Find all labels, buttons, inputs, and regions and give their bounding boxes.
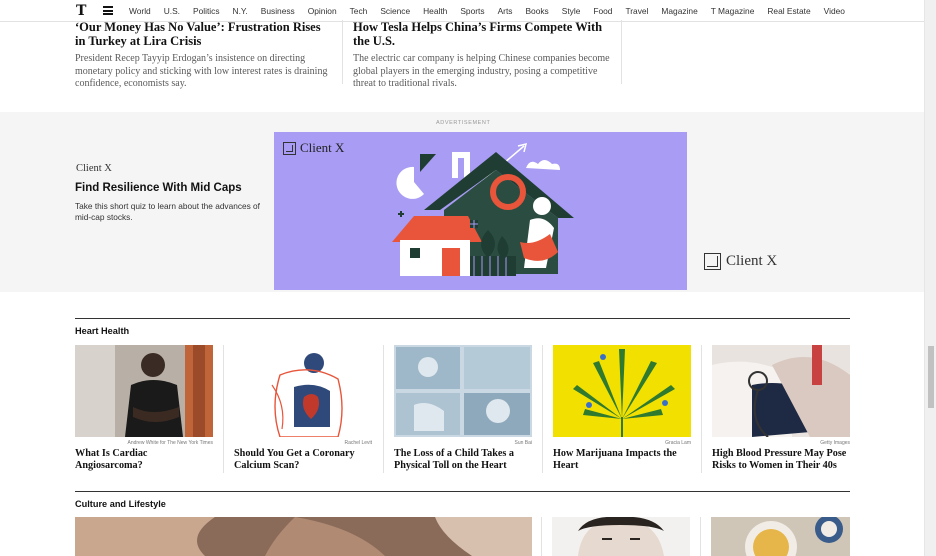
nav-link-food[interactable]: Food <box>593 6 612 16</box>
nav-link-world[interactable]: World <box>129 6 151 16</box>
story-turkey-lira[interactable]: ‘Our Money Has No Value’: Frustration Ri… <box>75 20 333 91</box>
top-navigation: T World U.S. Politics N.Y. Business Opin… <box>0 0 924 22</box>
section-title-heart-health[interactable]: Heart Health <box>75 326 129 336</box>
nav-link-arts[interactable]: Arts <box>498 6 513 16</box>
story-summary: The electric car company is helping Chin… <box>353 53 610 89</box>
nav-link-science[interactable]: Science <box>380 6 410 16</box>
ad-body: Take this short quiz to learn about the … <box>75 201 260 222</box>
section-rule <box>75 318 850 319</box>
card-image[interactable] <box>553 345 691 437</box>
card-headline[interactable]: What Is Cardiac Angiosarcoma? <box>75 448 213 472</box>
story-headline[interactable]: How Tesla Helps China’s Firms Compete Wi… <box>353 20 611 48</box>
card-divider <box>542 345 543 473</box>
culture-lead-image[interactable] <box>75 517 532 556</box>
card-headline[interactable]: How Marijuana Impacts the Heart <box>553 448 691 472</box>
section-links: World U.S. Politics N.Y. Business Opinio… <box>129 6 858 16</box>
card-headline[interactable]: The Loss of a Child Takes a Physical Tol… <box>394 448 532 472</box>
card-headline[interactable]: High Blood Pressure May Pose Risks to Wo… <box>712 448 850 472</box>
culture-portrait-image[interactable] <box>552 517 690 556</box>
nav-link-video[interactable]: Video <box>824 6 845 16</box>
nav-link-sports[interactable]: Sports <box>460 6 484 16</box>
image-credit: Sun Bai <box>514 440 532 446</box>
nav-link-ny[interactable]: N.Y. <box>233 6 248 16</box>
nav-link-politics[interactable]: Politics <box>193 6 220 16</box>
nav-link-business[interactable]: Business <box>261 6 295 16</box>
advertisement-label: ADVERTISEMENT <box>436 120 491 126</box>
card-coronary-calcium-scan[interactable]: Rachel Levit Should You Get a Coronary C… <box>234 345 372 472</box>
culture-food-image[interactable] <box>711 517 850 556</box>
scrollbar-thumb[interactable] <box>928 346 934 408</box>
nav-link-t-magazine[interactable]: T Magazine <box>711 6 755 16</box>
nav-link-magazine[interactable]: Magazine <box>661 6 697 16</box>
section-rule <box>75 491 850 492</box>
nav-link-us[interactable]: U.S. <box>164 6 180 16</box>
card-divider <box>223 345 224 473</box>
nyt-logo[interactable]: T <box>76 4 86 18</box>
nav-link-real-estate[interactable]: Real Estate <box>767 6 810 16</box>
nav-link-opinion[interactable]: Opinion <box>308 6 337 16</box>
hamburger-menu-icon[interactable] <box>103 6 113 15</box>
ad-brand-in-image[interactable]: Client X <box>283 140 344 156</box>
brand-logo-icon <box>283 141 296 155</box>
story-summary: President Recep Tayyip Erdogan’s insiste… <box>75 53 328 89</box>
ad-brand-text[interactable]: Client X <box>76 163 112 174</box>
story-tesla-china[interactable]: How Tesla Helps China’s Firms Compete Wi… <box>353 20 611 91</box>
card-marijuana-heart[interactable]: Gracia Lam How Marijuana Impacts the Hea… <box>553 345 691 472</box>
image-credit: Rachel Levit <box>344 440 372 446</box>
section-title-culture-lifestyle[interactable]: Culture and Lifestyle <box>75 499 166 509</box>
nav-link-books[interactable]: Books <box>525 6 548 16</box>
card-image[interactable] <box>234 345 372 437</box>
nav-link-tech[interactable]: Tech <box>350 6 368 16</box>
image-credit: Andrew White for The New York Times <box>127 440 214 446</box>
ad-brand-in-image-text: Client X <box>300 140 345 155</box>
nav-link-health[interactable]: Health <box>423 6 447 16</box>
image-credit: Getty Images <box>820 440 850 446</box>
column-divider <box>342 20 343 84</box>
card-headline[interactable]: Should You Get a Coronary Calcium Scan? <box>234 448 372 472</box>
column-divider <box>621 20 622 84</box>
ad-brand-outside-text: Client X <box>726 253 778 269</box>
card-high-blood-pressure[interactable]: Getty Images High Blood Pressure May Pos… <box>712 345 850 472</box>
card-divider <box>701 345 702 473</box>
column-divider <box>541 517 542 556</box>
story-headline[interactable]: ‘Our Money Has No Value’: Frustration Ri… <box>75 20 333 48</box>
card-divider <box>383 345 384 473</box>
page-scrollbar[interactable] <box>924 0 936 556</box>
column-divider <box>700 517 701 556</box>
card-image[interactable] <box>712 345 850 437</box>
ad-brand-outside[interactable]: Client X <box>704 253 777 270</box>
ad-title[interactable]: Find Resilience With Mid Caps <box>75 182 242 194</box>
nav-link-travel[interactable]: Travel <box>625 6 648 16</box>
card-image[interactable] <box>394 345 532 437</box>
card-loss-of-child[interactable]: Sun Bai The Loss of a Child Takes a Phys… <box>394 345 532 472</box>
card-cardiac-angiosarcoma[interactable]: Andrew White for The New York Times What… <box>75 345 213 472</box>
card-image[interactable] <box>75 345 213 437</box>
image-credit: Gracia Lam <box>665 440 691 446</box>
nav-link-style[interactable]: Style <box>562 6 581 16</box>
brand-logo-icon <box>704 253 721 270</box>
